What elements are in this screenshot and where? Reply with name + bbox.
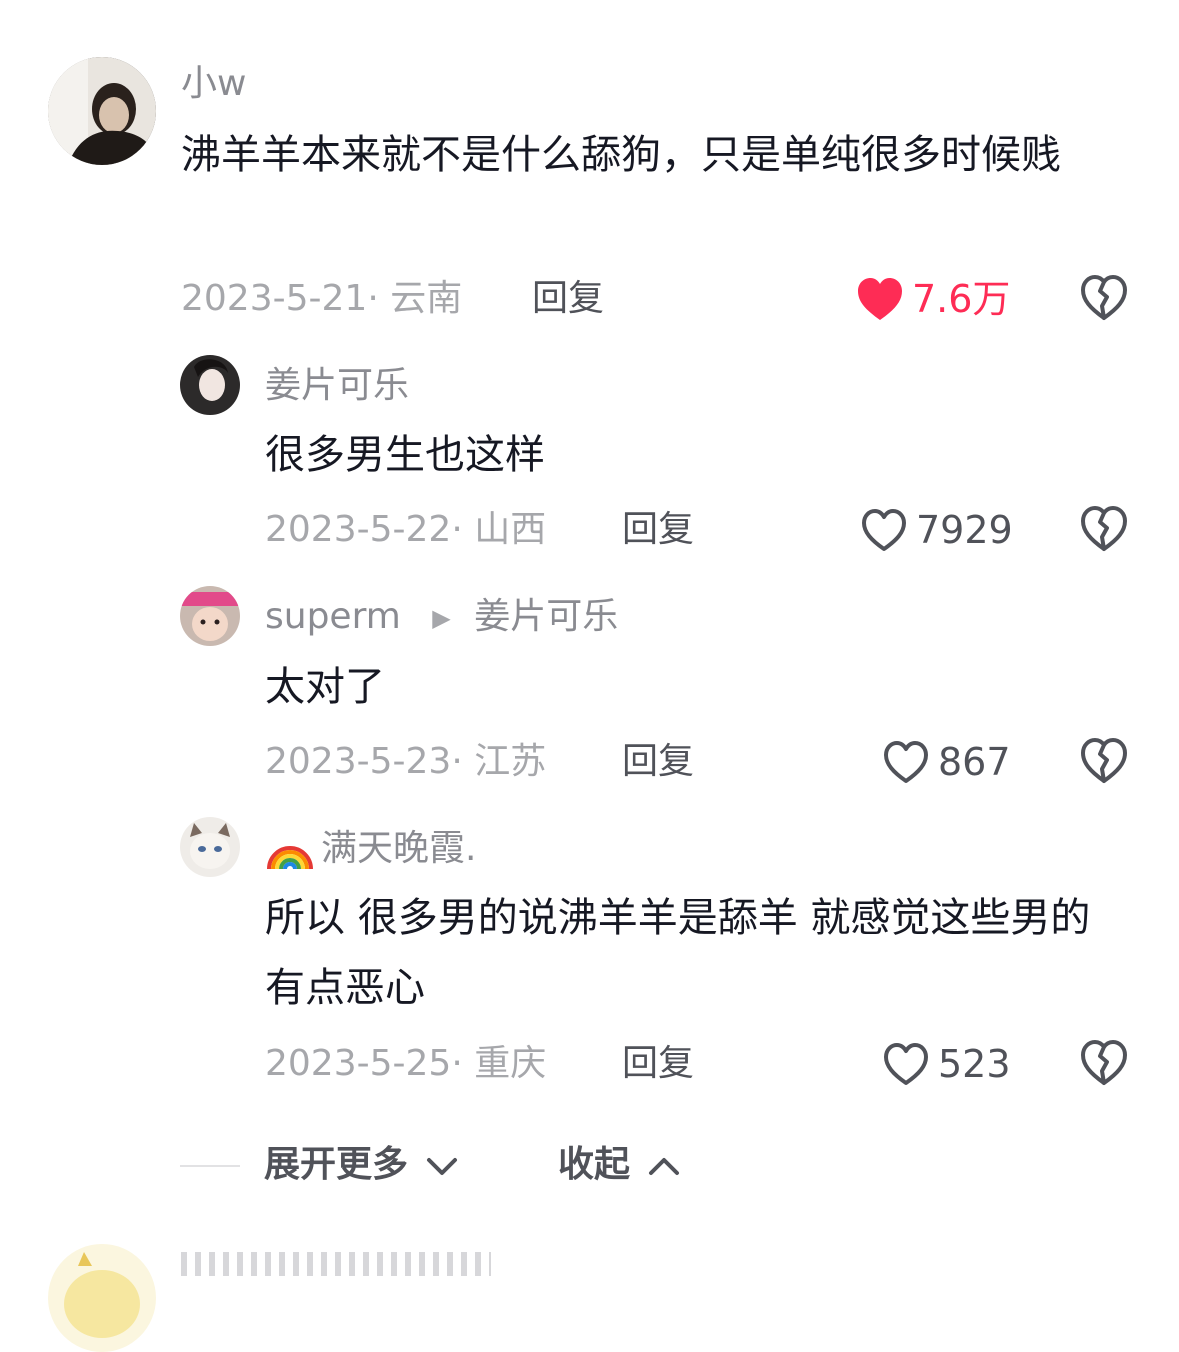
collapse-button[interactable]: 收起 bbox=[558, 1147, 681, 1183]
broken-heart-icon[interactable] bbox=[1080, 737, 1128, 785]
comment-meta: 2023-5-25· 重庆 bbox=[265, 1043, 547, 1084]
reply-to-username[interactable]: 姜片可乐 bbox=[474, 596, 618, 637]
like-count: 7.6万 bbox=[912, 277, 1011, 321]
reply-button[interactable]: 回复 bbox=[532, 281, 604, 317]
collapse-label: 收起 bbox=[558, 1144, 631, 1185]
like-count: 523 bbox=[938, 1042, 1011, 1086]
comment-username[interactable]: 小w bbox=[181, 66, 246, 102]
comment-location: 江苏 bbox=[474, 741, 547, 782]
username-placeholder bbox=[181, 1252, 491, 1276]
comment-username-row: 满天晚霞. bbox=[265, 829, 476, 871]
comment-meta: 2023-5-22· 山西 bbox=[265, 509, 547, 550]
comment-username[interactable]: 满天晚霞. bbox=[321, 828, 476, 869]
comment-username[interactable]: superm bbox=[265, 596, 401, 637]
avatar[interactable] bbox=[48, 57, 156, 165]
comment-text: 沸羊羊本来就不是什么舔狗，只是单纯很多时候贱 bbox=[181, 132, 1061, 178]
rainbow-emoji-icon bbox=[265, 829, 315, 871]
chevron-down-icon bbox=[426, 1158, 457, 1175]
broken-heart-icon[interactable] bbox=[1080, 274, 1128, 322]
expand-more-label: 展开更多 bbox=[264, 1144, 409, 1185]
heart-outline-icon bbox=[884, 741, 928, 783]
heart-outline-icon bbox=[862, 509, 906, 551]
avatar[interactable] bbox=[180, 355, 240, 415]
comment-text: 很多男生也这样 bbox=[265, 432, 545, 478]
comment-meta: 2023-5-23· 江苏 bbox=[265, 741, 547, 782]
comment-username[interactable]: 姜片可乐 bbox=[265, 368, 409, 404]
comment-location: 重庆 bbox=[474, 1043, 547, 1084]
comment-text: 太对了 bbox=[265, 664, 385, 710]
avatar[interactable] bbox=[48, 1244, 156, 1352]
like-button[interactable]: 7929 bbox=[860, 507, 1013, 553]
like-button[interactable]: 867 bbox=[882, 739, 1011, 785]
comment-text: 所以 很多男的说沸羊羊是舔羊 就感觉这些男的有点恶心 bbox=[265, 895, 1091, 1011]
divider-line bbox=[180, 1165, 240, 1167]
like-count: 7929 bbox=[916, 508, 1013, 552]
heart-outline-icon bbox=[884, 1043, 928, 1085]
reply-arrow-icon: ▶ bbox=[432, 604, 451, 632]
avatar[interactable] bbox=[180, 817, 240, 877]
broken-heart-icon[interactable] bbox=[1080, 505, 1128, 553]
comment-username-row: superm ▶ 姜片可乐 bbox=[265, 599, 618, 635]
comment-location: 山西 bbox=[474, 509, 547, 550]
expand-more-button[interactable]: 展开更多 bbox=[264, 1147, 459, 1183]
broken-heart-icon[interactable] bbox=[1080, 1039, 1128, 1087]
comment-date: 2023-5-23 bbox=[265, 741, 452, 782]
like-button[interactable]: 523 bbox=[882, 1041, 1011, 1087]
comment-date: 2023-5-21 bbox=[181, 278, 368, 319]
reply-button[interactable]: 回复 bbox=[622, 1046, 694, 1082]
reply-button[interactable]: 回复 bbox=[622, 512, 694, 548]
heart-filled-icon bbox=[858, 278, 902, 320]
reply-button[interactable]: 回复 bbox=[622, 744, 694, 780]
comment-date: 2023-5-22 bbox=[265, 509, 452, 550]
like-count: 867 bbox=[938, 740, 1011, 784]
avatar[interactable] bbox=[180, 586, 240, 646]
comment-date: 2023-5-25 bbox=[265, 1043, 452, 1084]
comment-location: 云南 bbox=[390, 278, 463, 319]
like-button[interactable]: 7.6万 bbox=[856, 276, 1010, 322]
chevron-up-icon bbox=[648, 1158, 679, 1175]
comment-meta: 2023-5-21· 云南 bbox=[181, 278, 463, 319]
